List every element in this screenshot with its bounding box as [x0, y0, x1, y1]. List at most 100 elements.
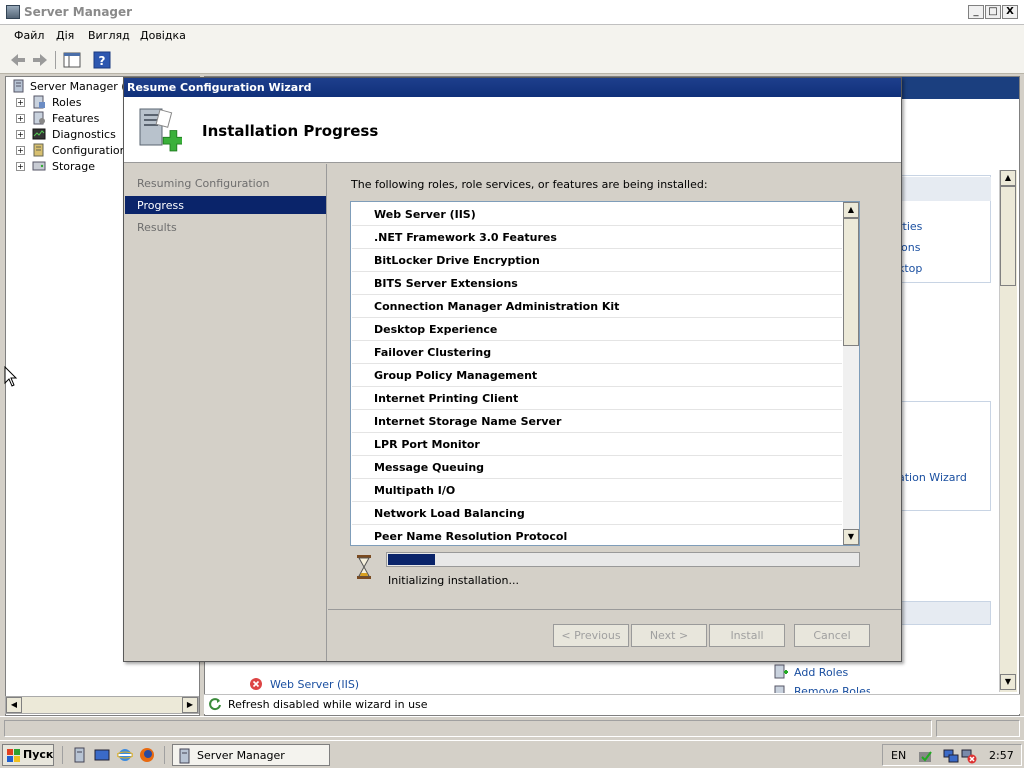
install-list-item: Network Load Balancing	[352, 502, 842, 525]
help-icon[interactable]: ?	[92, 50, 112, 70]
wizard-header: Installation Progress	[124, 97, 901, 163]
progress-fill	[388, 554, 435, 565]
scroll-up-icon[interactable]: ▲	[843, 202, 859, 218]
network-icon[interactable]	[943, 748, 959, 764]
wizard-title-bar[interactable]: Resume Configuration Wizard	[124, 78, 901, 97]
expand-icon[interactable]: +	[16, 98, 25, 107]
taskbar-separator	[62, 746, 63, 764]
install-items-list[interactable]: Web Server (IIS) .NET Framework 3.0 Featu…	[350, 201, 860, 546]
install-list-item: .NET Framework 3.0 Features	[352, 226, 842, 249]
menu-help[interactable]: Довідка	[140, 29, 186, 42]
install-list-item: BITS Server Extensions	[352, 272, 842, 295]
scroll-thumb[interactable]	[843, 218, 859, 346]
install-list-item: Web Server (IIS)	[352, 203, 842, 226]
status-bar: Refresh disabled while wizard in use	[204, 694, 1020, 714]
hourglass-icon	[357, 555, 371, 579]
install-list-item: LPR Port Monitor	[352, 433, 842, 456]
server-icon	[13, 79, 24, 93]
remove-roles-icon	[774, 685, 785, 693]
clock: 2:57	[989, 749, 1014, 762]
step-progress[interactable]: Progress	[125, 196, 326, 214]
show-hide-tree-icon[interactable]	[62, 50, 82, 70]
taskbar-server-manager[interactable]: Server Manager	[172, 744, 330, 766]
configuration-icon	[33, 143, 44, 157]
install-progress-bar	[386, 552, 860, 567]
wizard-heading: Installation Progress	[202, 122, 379, 140]
svg-text:?: ?	[99, 54, 106, 68]
tree-item-label: Diagnostics	[52, 128, 116, 141]
start-button[interactable]: Пуск	[2, 744, 54, 766]
install-list-item: BitLocker Drive Encryption	[352, 249, 842, 272]
next-button[interactable]: Next >	[631, 624, 707, 647]
wizard-content: The following roles, role services, or f…	[328, 164, 901, 609]
install-list-item: Failover Clustering	[352, 341, 842, 364]
server-manager-icon	[6, 5, 20, 19]
title-bar[interactable]: Server Manager _ □ X	[0, 0, 1024, 25]
install-list-item: Internet Storage Name Server	[352, 410, 842, 433]
mouse-cursor-icon	[4, 366, 18, 387]
expand-icon[interactable]: +	[16, 146, 25, 155]
scroll-left-icon[interactable]: ◀	[6, 697, 22, 713]
install-list-item: Connection Manager Administration Kit	[352, 295, 842, 318]
tree-item-label: Storage	[52, 160, 96, 173]
scroll-thumb[interactable]	[1000, 186, 1016, 286]
tree-item-label: Features	[52, 112, 100, 125]
start-label: Пуск	[23, 748, 54, 761]
actions-box	[895, 401, 991, 511]
server-manager-quicklaunch-icon[interactable]	[72, 747, 88, 763]
install-list-item: Multipath I/O	[352, 479, 842, 502]
tree-item-label: Roles	[52, 96, 82, 109]
minimize-button[interactable]: _	[968, 5, 984, 19]
firefox-icon[interactable]	[139, 747, 155, 763]
status-cell	[4, 720, 932, 737]
maximize-button[interactable]: □	[985, 5, 1001, 19]
install-button[interactable]: Install	[709, 624, 785, 647]
language-indicator[interactable]: EN	[891, 749, 906, 762]
scroll-right-icon[interactable]: ▶	[182, 697, 198, 713]
intro-text: The following roles, role services, or f…	[351, 178, 708, 191]
remove-roles-link[interactable]: Remove Roles	[794, 685, 870, 693]
install-list-item: Group Policy Management	[352, 364, 842, 387]
list-vertical-scrollbar[interactable]: ▲ ▼	[843, 202, 859, 545]
expand-icon[interactable]: +	[16, 162, 25, 171]
add-roles-link[interactable]: Add Roles	[794, 666, 848, 679]
step-results[interactable]: Results	[125, 218, 326, 236]
refresh-icon	[209, 698, 221, 711]
wizard-steps: Resuming Configuration Progress Results	[124, 164, 327, 661]
install-list-item: Internet Printing Client	[352, 387, 842, 410]
tree-horizontal-scrollbar[interactable]: ◀ ▶	[5, 696, 199, 714]
taskbar-task-label: Server Manager	[197, 749, 285, 762]
scroll-down-icon[interactable]: ▼	[843, 529, 859, 545]
details-vertical-scrollbar[interactable]: ▲ ▼	[999, 170, 1017, 692]
forward-arrow-icon[interactable]	[30, 50, 50, 70]
step-resuming-configuration[interactable]: Resuming Configuration	[125, 174, 326, 192]
windows-logo-icon	[7, 749, 20, 762]
previous-button[interactable]: < Previous	[553, 624, 629, 647]
expand-icon[interactable]: +	[16, 114, 25, 123]
status-cell	[936, 720, 1020, 737]
system-tray: EN 2:57	[882, 744, 1022, 766]
status-text: Refresh disabled while wizard in use	[228, 698, 428, 711]
close-button[interactable]: X	[1002, 5, 1018, 19]
scroll-up-icon[interactable]: ▲	[1000, 170, 1016, 186]
security-icon[interactable]	[917, 748, 933, 764]
tree-root-label: Server Manager (W	[30, 80, 137, 93]
menu-file[interactable]: Файл	[14, 29, 44, 42]
expand-icon[interactable]: +	[16, 130, 25, 139]
taskbar: Пуск Server Manager EN 2:57	[0, 740, 1024, 768]
server-manager-icon	[179, 748, 190, 764]
network-error-icon[interactable]	[961, 748, 977, 764]
menu-action[interactable]: Дія	[56, 29, 74, 42]
show-desktop-icon[interactable]	[94, 747, 110, 763]
configuration-wizard-link[interactable]: ation Wizard	[898, 471, 967, 484]
back-arrow-icon[interactable]	[8, 50, 28, 70]
cancel-button[interactable]: Cancel	[794, 624, 870, 647]
scroll-down-icon[interactable]: ▼	[1000, 674, 1016, 690]
menu-view[interactable]: Вигляд	[88, 29, 130, 42]
web-server-link[interactable]: Web Server (IIS)	[270, 678, 359, 691]
install-list-item: Message Queuing	[352, 456, 842, 479]
internet-explorer-icon[interactable]	[117, 747, 133, 763]
server-install-icon	[139, 108, 182, 152]
tree-item-label: Configuration	[52, 144, 127, 157]
storage-icon	[32, 161, 46, 171]
